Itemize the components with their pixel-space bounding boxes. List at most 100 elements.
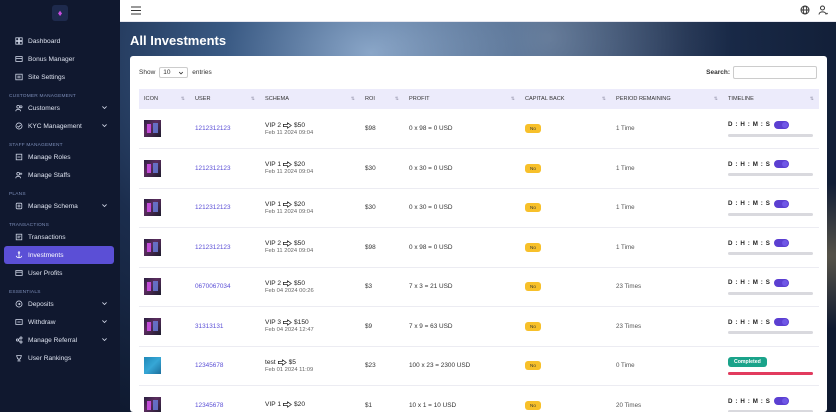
arrow-right-icon [283,200,292,208]
withdraw-icon [14,318,23,327]
column-header[interactable]: PROFIT ⇅ [404,89,520,109]
table-row: 1212312123 VIP 2 $50 Feb 11 2024 09:04 $98 0 … [139,109,819,149]
sidebar-item-label: Manage Staffs [28,171,71,179]
sidebar-item-customers[interactable]: Customers [4,99,114,117]
capital-back-badge: No [525,361,541,371]
progress-bar [728,291,813,295]
user-link[interactable]: 12345678 [195,402,223,409]
icon-cell [139,188,190,228]
sidebar-item-investments[interactable]: Investments [4,246,114,264]
profit-cell: 7 x 3 = 21 USD [409,283,453,291]
icon-cell [139,386,190,412]
ranking-icon [14,354,23,363]
arrow-right-icon [277,358,287,366]
roi-cell: $98 [365,243,376,251]
sidebar-item-deposits[interactable]: Deposits [4,295,114,313]
table-row: 12345678 VIP 1 $20 $1 10 x 1 = 10 USD No 20 Ti… [139,386,819,412]
countdown-timer: D : H : M : S [728,199,819,208]
search-input[interactable] [733,66,817,79]
capital-back-cell: No [520,386,611,412]
timer-toggle[interactable] [773,239,789,248]
sidebar-item-withdraw[interactable]: Withdraw [4,313,114,331]
sidebar-item-manage-roles[interactable]: Manage Roles [4,148,114,166]
dashboard-icon [14,37,23,46]
sidebar-item-site-settings[interactable]: Site Settings [4,68,114,86]
user-cell: 1212312123 [190,188,260,228]
sidebar-item-transactions[interactable]: Transactions [4,228,114,246]
sidebar-item-manage-schema[interactable]: Manage Schema [4,197,114,215]
timer-toggle[interactable] [773,318,789,327]
timer-toggle[interactable] [773,160,789,169]
user-link[interactable]: 12345678 [195,362,223,369]
anchor-icon [14,251,23,260]
kyc-icon [14,122,23,131]
progress-bar [728,173,813,177]
capital-back-cell: No [520,307,611,347]
investment-thumbnail [144,199,161,217]
schema-plan: VIP 1 [265,200,282,208]
countdown-timer: D : H : M : S [728,120,819,129]
investment-thumbnail [144,159,161,177]
logo[interactable]: ♦ [0,0,120,26]
globe-icon[interactable] [800,5,810,15]
period-remaining-cell: 0 Time [616,362,635,370]
user-cell: 1212312123 [190,109,260,149]
timeline-cell: D : H : M : S [723,307,819,347]
capital-back-cell: No [520,228,611,268]
progress-bar [728,252,813,256]
chevron-down-icon [102,124,107,128]
sidebar-item-bonus-manager[interactable]: Bonus Manager [4,50,114,68]
icon-cell [139,307,190,347]
section-customer-management: CUSTOMER MANAGEMENT [9,94,76,99]
column-header[interactable]: TIMELINE ⇅ [723,89,819,109]
period-remaining-cell: 23 Times [616,283,642,291]
user-link[interactable]: 0670067034 [195,283,231,290]
schema-amount: $20 [294,401,306,409]
user-link[interactable]: 1212312123 [195,244,231,251]
entries-select[interactable]: 10 [159,67,189,78]
schema-date: Feb 11 2024 09:04 [265,248,314,255]
icon-cell [139,346,190,386]
sidebar: ♦ Dashboard Bonus Manager Site Settings … [0,0,120,412]
chevron-down-icon [102,338,107,342]
timer-toggle[interactable] [773,397,789,406]
chevron-down-icon [102,320,107,324]
profit-cell: 0 x 30 = 0 USD [409,164,453,172]
countdown-timer: D : H : M : S [728,160,819,169]
user-icon[interactable] [818,5,828,15]
user-link[interactable]: 1212312123 [195,165,231,172]
table-row: 12345678 test $5 Feb 01 2024 11:09 $23 100 x … [139,346,819,386]
entries-control: Show 10 entries [139,67,212,78]
profit-cell: 100 x 23 = 2300 USD [409,362,471,370]
user-link[interactable]: 31313131 [195,323,223,330]
period-remaining-cell: 1 Time [616,164,635,172]
sidebar-item-dashboard[interactable]: Dashboard [4,32,114,50]
sidebar-item-manage-staffs[interactable]: Manage Staffs [4,166,114,184]
column-header[interactable]: ROI ⇅ [360,89,404,109]
schema-cell: VIP 2 $50 Feb 04 2024 00:26 [260,267,360,307]
column-header[interactable]: CAPITAL BACK ⇅ [520,89,611,109]
sidebar-item-user-profits[interactable]: User Profits [4,264,114,282]
column-header[interactable]: PERIOD REMAINING ⇅ [611,89,723,109]
column-header[interactable]: ICON ⇅ [139,89,190,109]
roi-cell: $98 [365,125,376,132]
schema-amount: $50 [294,121,306,129]
arrow-right-icon [283,401,292,409]
menu-icon[interactable] [131,6,141,15]
column-header[interactable]: USER ⇅ [190,89,260,109]
schema-plan: VIP 3 [265,319,282,327]
sidebar-item-kyc-management[interactable]: KYC Management [4,117,114,135]
user-link[interactable]: 1212312123 [195,204,231,211]
arrow-right-icon [283,121,292,129]
sidebar-item-user-rankings[interactable]: User Rankings [4,349,114,367]
sidebar-item-manage-referral[interactable]: Manage Referral [4,331,114,349]
timer-toggle[interactable] [773,120,789,129]
timer-toggle[interactable] [773,278,789,287]
sidebar-item-label: Site Settings [28,73,66,81]
timeline-cell: D : H : M : S [723,109,819,149]
table-row: 0670067034 VIP 2 $50 Feb 04 2024 00:26 $3 7 x… [139,267,819,307]
user-link[interactable]: 1212312123 [195,125,231,132]
timer-toggle[interactable] [773,199,789,208]
arrow-right-icon [283,161,292,169]
column-header[interactable]: SCHEMA ⇅ [260,89,360,109]
